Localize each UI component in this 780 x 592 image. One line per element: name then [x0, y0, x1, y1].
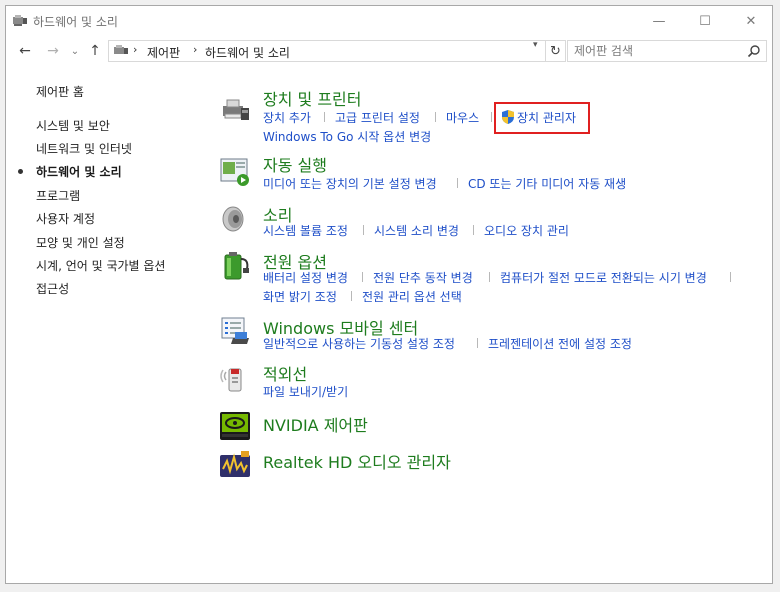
breadcrumb-control-panel[interactable]: 제어판 [147, 44, 180, 61]
link-send-receive-files[interactable]: 파일 보내기/받기 [263, 383, 348, 400]
address-bar[interactable]: › 제어판 › 하드웨어 및 소리 [108, 40, 546, 62]
active-bullet-icon [18, 169, 23, 174]
category-realtek-title[interactable]: Realtek HD 오디오 관리자 [263, 449, 451, 473]
link-mouse[interactable]: 마우스 [446, 109, 479, 126]
battery-power-icon[interactable] [219, 249, 251, 281]
link-advanced-printer-setup[interactable]: 고급 프린터 설정 [335, 109, 420, 126]
link-separator [491, 112, 492, 122]
link-separator [362, 272, 363, 282]
sidebar-item-user-accounts[interactable]: 사용자 계정 [36, 210, 95, 227]
back-button[interactable]: ← [16, 42, 34, 60]
close-button[interactable]: ✕ [728, 6, 774, 36]
sidebar-item-network-internet[interactable]: 네트워크 및 인터넷 [36, 140, 132, 157]
category-infrared-title[interactable]: 적외선 [263, 361, 307, 385]
category-autoplay-title[interactable]: 자동 실행 [263, 152, 327, 176]
link-power-button-action[interactable]: 전원 단추 동작 변경 [373, 269, 473, 286]
sidebar-item-system-security[interactable]: 시스템 및 보안 [36, 117, 110, 134]
link-separator [435, 112, 436, 122]
category-nvidia-title[interactable]: NVIDIA 제어판 [263, 412, 368, 436]
sidebar-item-accessibility[interactable]: 접근성 [36, 280, 69, 297]
hardware-sound-icon [13, 15, 27, 26]
link-presentation-settings[interactable]: 프레젠테이션 전에 설정 조정 [488, 335, 632, 352]
realtek-audio-icon[interactable] [219, 449, 251, 481]
sidebar-item-programs[interactable]: 프로그램 [36, 187, 80, 204]
sidebar-item-appearance[interactable]: 모양 및 개인 설정 [36, 234, 125, 251]
link-choose-power-plan[interactable]: 전원 관리 옵션 선택 [362, 288, 462, 305]
control-panel-window: 하드웨어 및 소리 — ☐ ✕ ← → ⌄ ↑ › 제어판 › 하드웨어 및 소… [5, 5, 773, 584]
link-separator [324, 112, 325, 122]
breadcrumb-hardware-sound[interactable]: 하드웨어 및 소리 [205, 44, 290, 61]
link-separator [363, 225, 364, 235]
infrared-icon[interactable] [219, 363, 251, 395]
link-change-system-sounds[interactable]: 시스템 소리 변경 [374, 222, 459, 239]
speaker-icon[interactable] [219, 203, 251, 235]
highlight-box [494, 102, 590, 134]
link-windows-to-go[interactable]: Windows To Go 시작 옵션 변경 [263, 128, 431, 145]
navigation-bar: ← → ⌄ ↑ › 제어판 › 하드웨어 및 소리 ▾ ↻ [6, 36, 772, 66]
title-bar: 하드웨어 및 소리 — ☐ ✕ [6, 6, 772, 36]
window-title: 하드웨어 및 소리 [33, 15, 118, 29]
breadcrumb-separator-icon: › [133, 43, 138, 56]
close-icon: ✕ [745, 13, 757, 29]
sidebar-home-link[interactable]: 제어판 홈 [36, 83, 84, 100]
chevron-down-icon: ⌄ [70, 45, 80, 57]
up-arrow-icon: ↑ [89, 43, 101, 59]
link-separator [730, 272, 731, 282]
minimize-icon: — [652, 13, 666, 29]
sidebar-item-clock-language-region[interactable]: 시계, 언어 및 국가별 옵션 [36, 257, 165, 274]
link-media-device-defaults[interactable]: 미디어 또는 장치의 기본 설정 변경 [263, 175, 437, 192]
hardware-sound-icon [114, 45, 128, 54]
autoplay-icon[interactable] [219, 156, 251, 188]
maximize-button[interactable]: ☐ [682, 6, 728, 36]
breadcrumb-separator-icon: › [193, 43, 198, 56]
link-mobility-settings[interactable]: 일반적으로 사용하는 기동성 설정 조정 [263, 335, 455, 352]
mobility-center-icon[interactable] [219, 316, 251, 348]
link-separator [473, 225, 474, 235]
up-button[interactable]: ↑ [86, 42, 104, 60]
forward-button[interactable]: → [44, 42, 62, 60]
sidebar-item-hardware-sound[interactable]: 하드웨어 및 소리 [36, 163, 122, 180]
category-devices-printers-title[interactable]: 장치 및 프린터 [263, 86, 362, 110]
search-box[interactable] [567, 40, 767, 62]
refresh-icon: ↻ [550, 43, 561, 59]
printer-icon[interactable] [219, 94, 251, 126]
link-separator [477, 338, 478, 348]
search-icon[interactable] [747, 44, 761, 58]
forward-arrow-icon: → [47, 43, 59, 59]
link-sleep-timing[interactable]: 컴퓨터가 절전 모드로 전환되는 시기 변경 [500, 269, 707, 286]
back-arrow-icon: ← [19, 43, 31, 59]
link-battery-settings[interactable]: 배터리 설정 변경 [263, 269, 348, 286]
link-add-device[interactable]: 장치 추가 [263, 109, 311, 126]
address-dropdown-icon[interactable]: ▾ [533, 40, 538, 50]
link-separator [351, 291, 352, 301]
maximize-icon: ☐ [699, 13, 711, 29]
link-screen-brightness[interactable]: 화면 밝기 조정 [263, 288, 337, 305]
link-cd-autoplay[interactable]: CD 또는 기타 미디어 자동 재생 [468, 175, 626, 192]
link-separator [457, 178, 458, 188]
refresh-button[interactable]: ↻ [546, 40, 566, 62]
link-manage-audio-devices[interactable]: 오디오 장치 관리 [484, 222, 569, 239]
minimize-button[interactable]: — [636, 6, 682, 36]
recent-locations-button[interactable]: ⌄ [66, 42, 84, 60]
link-separator [489, 272, 490, 282]
search-input[interactable] [574, 43, 734, 59]
nvidia-icon[interactable] [219, 410, 251, 442]
link-adjust-volume[interactable]: 시스템 볼륨 조정 [263, 222, 348, 239]
